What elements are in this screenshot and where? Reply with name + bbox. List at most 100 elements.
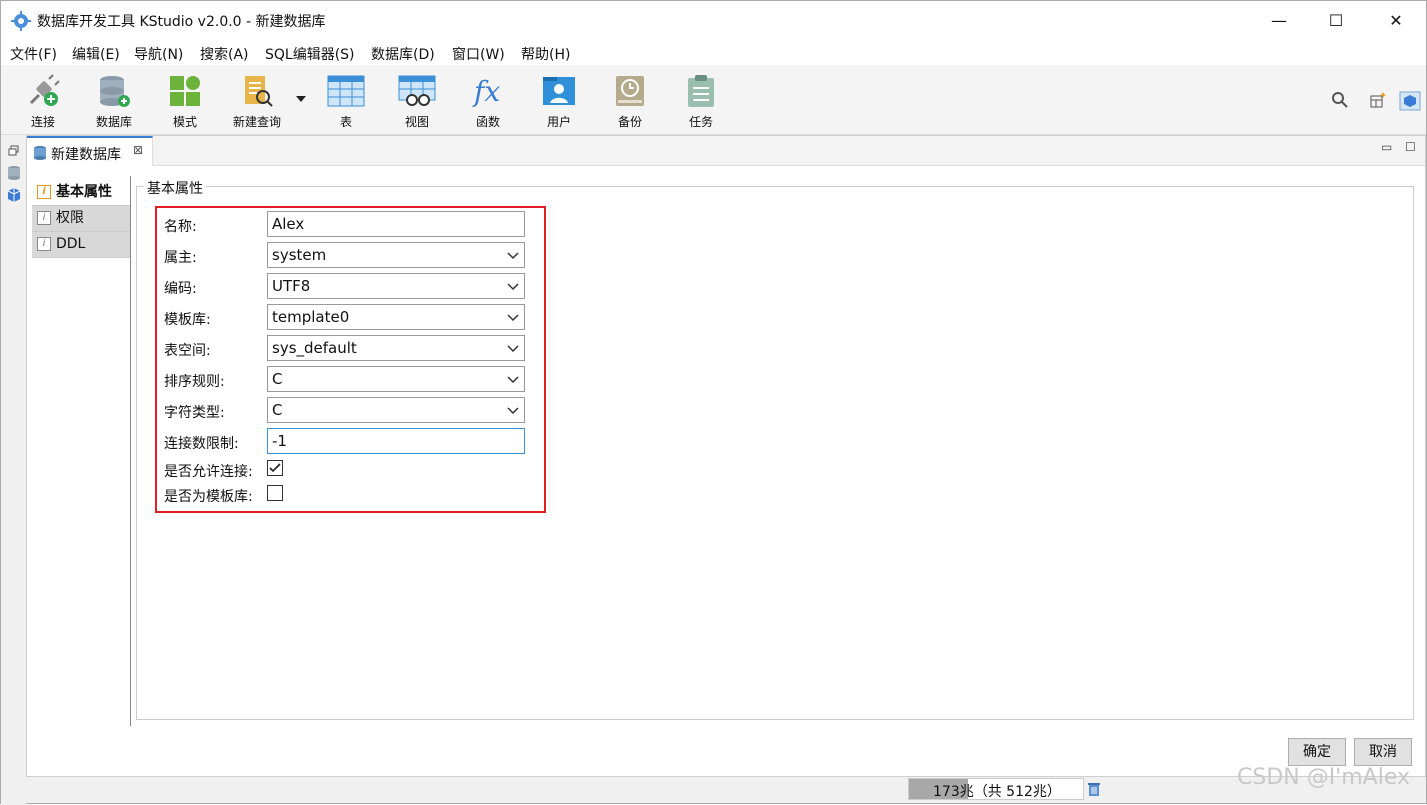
user-label: 用户 xyxy=(546,115,571,129)
ctype-label: 字符类型: xyxy=(164,405,225,421)
perspective-icon[interactable] xyxy=(1399,91,1421,111)
task-label: 任务 xyxy=(688,115,713,129)
chevron-down-icon[interactable] xyxy=(502,398,524,422)
chevron-down-icon[interactable] xyxy=(502,243,524,267)
function-label: 函数 xyxy=(475,115,500,129)
menu-file[interactable]: 文件(F) xyxy=(10,44,57,64)
tablespace-value: sys_default xyxy=(272,339,357,357)
group-title: 基本属性 xyxy=(144,178,206,198)
database-navigator-icon[interactable] xyxy=(6,165,22,181)
user-button[interactable]: 用户 xyxy=(529,73,589,130)
menu-help[interactable]: 帮助(H) xyxy=(521,44,570,64)
nav-label-ddl: DDL xyxy=(56,236,86,252)
menu-edit[interactable]: 编辑(E) xyxy=(72,44,120,64)
is-template-checkbox[interactable] xyxy=(267,485,283,501)
window-title: 数据库开发工具 KStudio v2.0.0 - 新建数据库 xyxy=(37,14,326,30)
encoding-label: 编码: xyxy=(164,281,197,297)
owner-select[interactable]: system xyxy=(267,242,525,268)
backup-button[interactable]: 备份 xyxy=(600,73,660,130)
collation-value: C xyxy=(272,370,283,388)
collation-select[interactable]: C xyxy=(267,366,525,392)
allow-connections-label: 是否允许连接: xyxy=(164,464,253,480)
view-label: 视图 xyxy=(404,115,429,129)
database-tab-icon xyxy=(34,146,46,160)
tablespace-select[interactable]: sys_default xyxy=(267,335,525,361)
backup-icon xyxy=(616,76,644,106)
search-icon[interactable] xyxy=(1331,91,1349,109)
title-bar: 数据库开发工具 KStudio v2.0.0 - 新建数据库 — ☐ ✕ xyxy=(1,1,1426,41)
tab-new-database[interactable]: 新建数据库 ⊠ xyxy=(27,136,153,166)
menu-database[interactable]: 数据库(D) xyxy=(371,44,435,64)
nav-item-permissions[interactable]: i 权限 xyxy=(32,206,130,232)
name-input[interactable]: Alex xyxy=(267,211,525,237)
minimize-button[interactable]: — xyxy=(1264,9,1294,33)
watermark: CSDN @I'mAlex xyxy=(1237,765,1411,790)
heap-status: 173兆（共 512兆） xyxy=(908,778,1084,800)
info-icon: i xyxy=(37,237,51,251)
encoding-value: UTF8 xyxy=(272,277,311,295)
is-template-label: 是否为模板库: xyxy=(164,489,253,505)
property-nav: i 基本属性 i 权限 i DDL xyxy=(32,180,130,258)
allow-connections-checkbox[interactable] xyxy=(267,460,283,476)
owner-label: 属主: xyxy=(164,250,197,266)
toolbar: 连接 数据库 模式 新建查询 表 视图 fx 函数 用户 备份 任务 xyxy=(1,65,1426,135)
connection-limit-input[interactable]: -1 xyxy=(267,428,525,454)
tablespace-label: 表空间: xyxy=(164,343,211,359)
project-icon[interactable] xyxy=(6,187,22,203)
table-icon xyxy=(327,75,365,107)
connect-button[interactable]: 连接 xyxy=(13,73,73,130)
nav-label-permissions: 权限 xyxy=(56,210,84,226)
info-icon: i xyxy=(37,185,51,199)
tab-label: 新建数据库 xyxy=(51,147,121,163)
database-icon xyxy=(100,76,130,107)
restore-icon[interactable] xyxy=(8,145,20,157)
minimize-view-icon[interactable]: ▭ xyxy=(1381,140,1392,154)
chevron-down-icon[interactable] xyxy=(502,305,524,329)
maximize-view-icon[interactable]: ☐ xyxy=(1405,140,1416,154)
collation-label: 排序规则: xyxy=(164,374,225,390)
function-button[interactable]: fx 函数 xyxy=(458,73,518,130)
editor-area: 新建数据库 ⊠ ▭ ☐ i 基本属性 i 权限 i DDL 基本属性 名称: A… xyxy=(26,135,1426,777)
nav-item-basic[interactable]: i 基本属性 xyxy=(32,180,130,206)
new-query-dropdown-arrow[interactable] xyxy=(296,96,306,102)
table-button[interactable]: 表 xyxy=(316,73,376,130)
maximize-button[interactable]: ☐ xyxy=(1321,9,1351,33)
chevron-down-icon[interactable] xyxy=(502,274,524,298)
database-button[interactable]: 数据库 xyxy=(84,73,144,130)
table-label: 表 xyxy=(339,115,352,129)
ok-button[interactable]: 确定 xyxy=(1288,738,1346,766)
new-query-label: 新建查询 xyxy=(232,115,281,129)
menu-search[interactable]: 搜索(A) xyxy=(200,44,249,64)
task-button[interactable]: 任务 xyxy=(671,73,731,130)
schema-icon xyxy=(170,76,200,106)
menu-navigate[interactable]: 导航(N) xyxy=(134,44,183,64)
template-select[interactable]: template0 xyxy=(267,304,525,330)
schema-button[interactable]: 模式 xyxy=(155,73,215,130)
left-trim-bar xyxy=(1,135,26,805)
cancel-button[interactable]: 取消 xyxy=(1354,738,1412,766)
checkmark-icon xyxy=(269,463,281,473)
menu-sql-editor[interactable]: SQL编辑器(S) xyxy=(265,44,355,64)
backup-label: 备份 xyxy=(617,115,642,129)
nav-item-ddl[interactable]: i DDL xyxy=(32,232,130,258)
new-query-icon xyxy=(245,76,273,107)
open-perspective-icon[interactable] xyxy=(1369,91,1387,109)
editor-tab-bar: 新建数据库 ⊠ ▭ ☐ xyxy=(27,136,1425,166)
view-button[interactable]: 视图 xyxy=(387,73,447,130)
connection-limit-label: 连接数限制: xyxy=(164,436,239,452)
close-window-button[interactable]: ✕ xyxy=(1381,9,1411,33)
new-query-button[interactable]: 新建查询 xyxy=(227,73,287,130)
owner-value: system xyxy=(272,246,327,264)
app-gear-icon xyxy=(11,11,31,31)
trash-icon[interactable] xyxy=(1087,781,1101,797)
heap-status-text: 173兆（共 512兆） xyxy=(933,784,1061,800)
ctype-select[interactable]: C xyxy=(267,397,525,423)
menu-window[interactable]: 窗口(W) xyxy=(452,44,505,64)
svg-text:fx: fx xyxy=(472,75,500,108)
schema-label: 模式 xyxy=(172,115,197,129)
tab-close-icon[interactable]: ⊠ xyxy=(133,143,143,157)
ctype-value: C xyxy=(272,401,283,419)
chevron-down-icon[interactable] xyxy=(502,367,524,391)
chevron-down-icon[interactable] xyxy=(502,336,524,360)
encoding-select[interactable]: UTF8 xyxy=(267,273,525,299)
